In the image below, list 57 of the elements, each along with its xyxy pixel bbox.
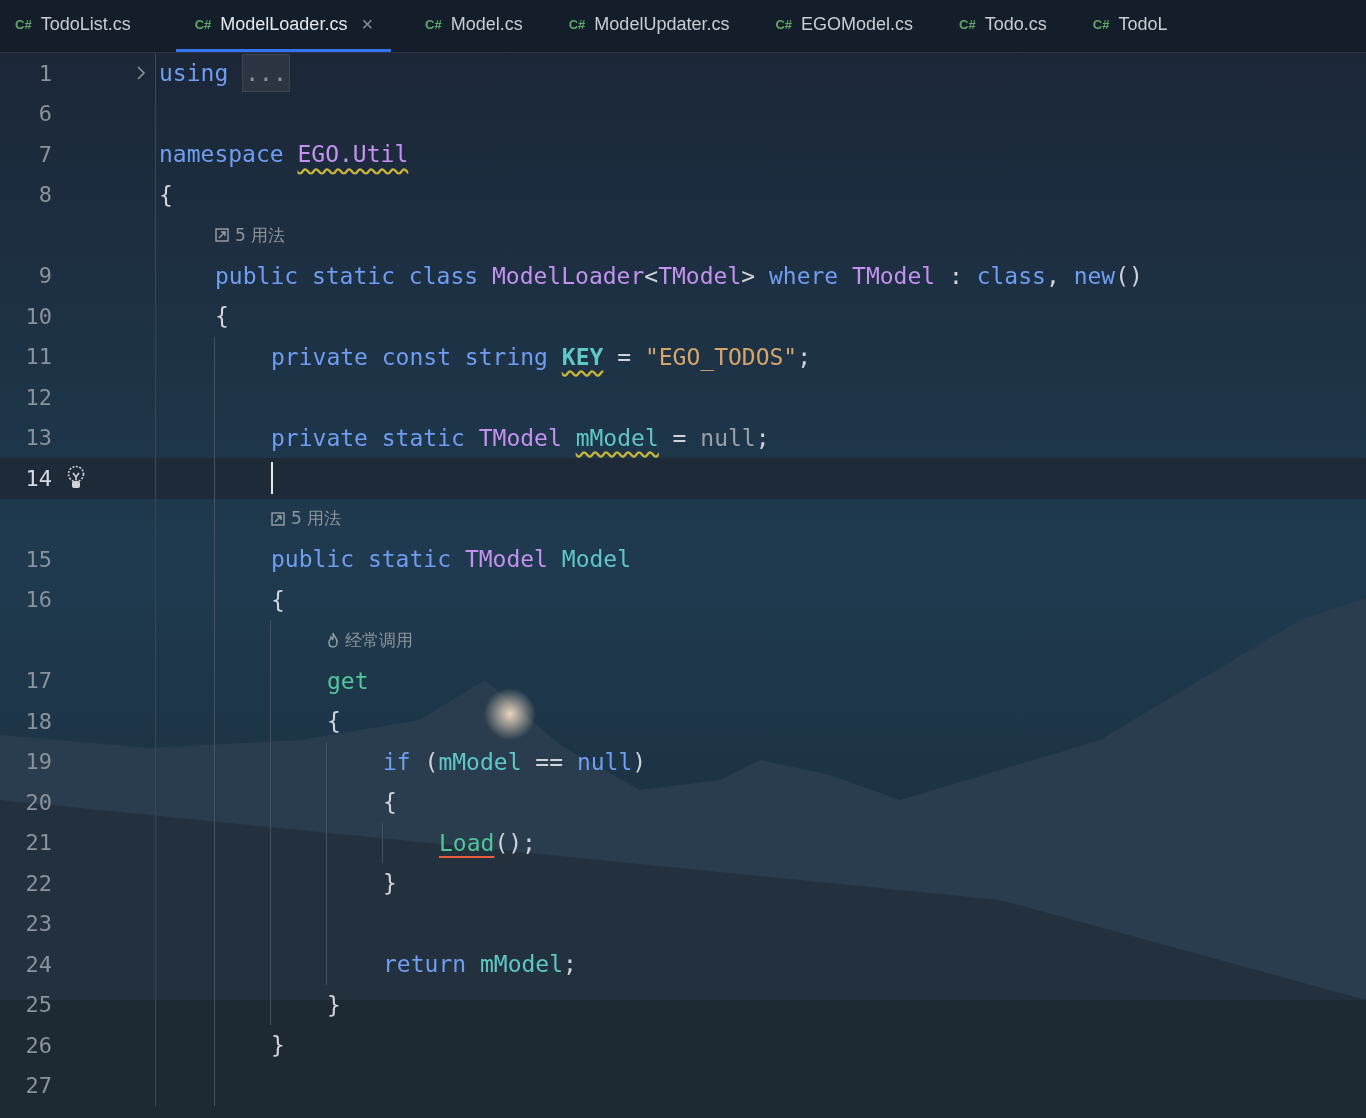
line-number: 27 xyxy=(24,1073,52,1099)
line-number: 22 xyxy=(24,870,52,896)
line-number: 25 xyxy=(24,992,52,1018)
line-number: 20 xyxy=(24,789,52,815)
editor-tab[interactable]: C# ModelUpdater.cs xyxy=(552,0,760,52)
inlay-hint[interactable]: 经常调用 xyxy=(345,628,413,652)
line-number: 17 xyxy=(24,668,52,694)
line-number: 14 xyxy=(24,465,52,491)
line-number: 9 xyxy=(37,263,52,289)
line-number: 7 xyxy=(37,141,52,167)
inlay-hint[interactable]: 5 用法 xyxy=(291,507,342,531)
code-line: } xyxy=(327,991,341,1018)
line-number: 23 xyxy=(24,911,52,937)
code-line: { xyxy=(215,303,229,330)
code-line: get xyxy=(327,667,369,694)
flame-icon xyxy=(327,632,339,649)
code-line: { xyxy=(327,708,341,735)
line-number: 15 xyxy=(24,546,52,572)
line-number: 16 xyxy=(24,587,52,613)
code-line: public static class ModelLoader<TModel> where TModel : class, new() xyxy=(215,262,1143,289)
code-line: } xyxy=(383,870,397,897)
line-number: 1 xyxy=(37,60,52,86)
line-number: 26 xyxy=(24,1032,52,1058)
line-number: 6 xyxy=(37,101,52,127)
usages-icon[interactable] xyxy=(215,228,229,243)
code-line: using xyxy=(159,60,229,87)
expand-chevron-icon[interactable] xyxy=(136,65,146,82)
code-line: { xyxy=(159,181,173,208)
editor-tab[interactable]: C# ModelLoader.cs × xyxy=(175,0,392,52)
inlay-hint[interactable]: 5 用法 xyxy=(235,223,286,247)
code-line: { xyxy=(271,586,285,613)
editor-tab[interactable]: C# Todo.cs xyxy=(943,0,1077,52)
line-number: 24 xyxy=(24,951,52,977)
line-number: 8 xyxy=(37,182,52,208)
code-line: { xyxy=(383,789,397,816)
line-number: 19 xyxy=(24,749,52,775)
code-line: } xyxy=(271,1032,285,1059)
code-line: namespace EGO.Util xyxy=(159,141,409,168)
editor-tab[interactable]: C# TodoList.cs xyxy=(0,0,161,52)
code-line: public static TModel Model xyxy=(271,546,632,573)
folded-code-button[interactable]: ... xyxy=(242,54,290,93)
line-number: 18 xyxy=(24,708,52,734)
close-icon[interactable]: × xyxy=(361,13,374,36)
line-number: 10 xyxy=(24,303,52,329)
line-number: 11 xyxy=(24,344,52,370)
usages-icon[interactable] xyxy=(271,511,285,526)
editor-tab[interactable]: C# EGOModel.cs xyxy=(759,0,944,52)
code-line: Load(); xyxy=(439,829,536,856)
code-line: private const string KEY = "EGO_TODOS"; xyxy=(271,343,812,370)
editor-tab[interactable]: C# TodoL xyxy=(1076,0,1198,52)
line-number: 12 xyxy=(24,384,52,410)
code-line: return mModel; xyxy=(383,951,577,978)
code-line: private static TModel mModel = null; xyxy=(271,424,770,451)
line-number: 13 xyxy=(24,425,52,451)
line-number: 21 xyxy=(24,830,52,856)
code-line: if (mModel == null) xyxy=(383,748,647,775)
editor-tab[interactable]: C# Model.cs xyxy=(409,0,553,52)
